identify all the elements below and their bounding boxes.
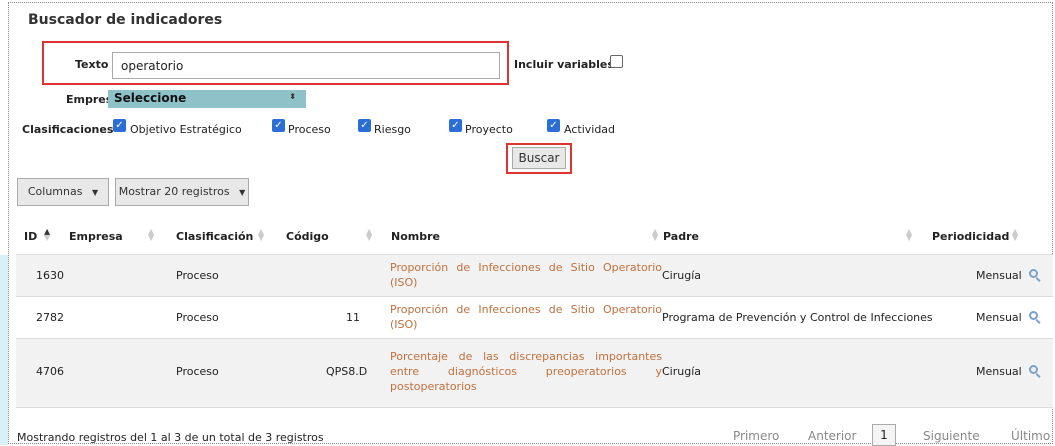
cell-codigo: 11 bbox=[346, 311, 360, 324]
select-arrow-icon: ⬍ bbox=[289, 92, 296, 101]
pagination-next[interactable]: Siguiente bbox=[923, 429, 980, 443]
cell-codigo: QPS8.D bbox=[326, 365, 368, 378]
cell-nombre-link[interactable]: Porcentaje de las discrepancias importan… bbox=[390, 349, 662, 394]
empresa-select[interactable]: Seleccione ⬍ bbox=[108, 90, 306, 108]
columnas-label: Columnas bbox=[27, 185, 83, 198]
check-proyecto-label: Proyecto bbox=[465, 123, 513, 136]
cell-padre: Cirugía bbox=[662, 365, 702, 378]
mostrar-registros-label: Mostrar 20 registros bbox=[118, 185, 230, 198]
table-row: 1630 Proceso Proporción de Infecciones d… bbox=[16, 254, 1053, 297]
cell-padre: Programa de Prevención y Control de Infe… bbox=[662, 311, 933, 324]
columnas-button[interactable]: Columnas ▼ bbox=[17, 178, 109, 206]
empresa-select-value: Seleccione bbox=[114, 91, 187, 105]
pagination-last[interactable]: Último bbox=[1011, 429, 1050, 443]
sort-icon: ▲ ▼ bbox=[652, 227, 659, 242]
header-periodicidad[interactable]: Periodicidad bbox=[932, 230, 1009, 243]
texto-input[interactable] bbox=[112, 52, 500, 79]
cell-clasificacion: Proceso bbox=[176, 269, 219, 282]
check-actividad-label: Actividad bbox=[564, 123, 616, 136]
cell-padre: Cirugía bbox=[662, 269, 702, 282]
caret-down-icon: ▼ bbox=[239, 188, 246, 197]
header-codigo[interactable]: Código bbox=[286, 230, 329, 243]
check-objetivo-label: Objetivo Estratégico bbox=[130, 123, 242, 136]
search-icon[interactable] bbox=[1029, 269, 1038, 278]
check-actividad[interactable]: ✓ bbox=[547, 119, 560, 132]
records-info: Mostrando registros del 1 al 3 de un tot… bbox=[17, 431, 324, 444]
search-icon[interactable] bbox=[1029, 365, 1038, 374]
cell-periodicidad: Mensual bbox=[976, 269, 1022, 282]
mostrar-registros-button[interactable]: Mostrar 20 registros ▼ bbox=[115, 178, 249, 206]
pagination-page-1[interactable]: 1 bbox=[872, 424, 896, 446]
header-nombre[interactable]: Nombre bbox=[391, 230, 440, 243]
sort-asc-icon: ▲ ▼ bbox=[44, 227, 51, 242]
cell-id: 2782 bbox=[36, 311, 64, 324]
check-riesgo[interactable]: ✓ bbox=[358, 119, 371, 132]
texto-label: Texto bbox=[75, 58, 109, 71]
sort-icon: ▲ ▼ bbox=[1012, 227, 1019, 242]
search-icon[interactable] bbox=[1029, 311, 1038, 320]
check-riesgo-label: Riesgo bbox=[374, 123, 411, 136]
pagination-first[interactable]: Primero bbox=[733, 429, 779, 443]
cell-periodicidad: Mensual bbox=[976, 365, 1022, 378]
cell-periodicidad: Mensual bbox=[976, 311, 1022, 324]
cell-clasificacion: Proceso bbox=[176, 311, 219, 324]
clasificaciones-label: Clasificaciones bbox=[22, 123, 114, 136]
header-clasificacion[interactable]: Clasificación bbox=[176, 230, 253, 243]
sort-icon: ▲ ▼ bbox=[906, 227, 913, 242]
table-row: 4706 Proceso QPS8.D Porcentaje de las di… bbox=[16, 338, 1053, 408]
sort-icon: ▲ ▼ bbox=[148, 227, 155, 242]
header-empresa[interactable]: Empresa bbox=[69, 230, 123, 243]
pagination-previous[interactable]: Anterior bbox=[808, 429, 856, 443]
table-row: 2782 Proceso 11 Proporción de Infeccione… bbox=[16, 296, 1053, 339]
cell-nombre-link[interactable]: Proporción de Infecciones de Sitio Opera… bbox=[390, 260, 662, 290]
check-proceso-label: Proceso bbox=[288, 123, 331, 136]
header-padre[interactable]: Padre bbox=[663, 230, 699, 243]
cell-id: 4706 bbox=[36, 365, 64, 378]
caret-down-icon: ▼ bbox=[91, 188, 99, 197]
cell-id: 1630 bbox=[36, 269, 64, 282]
buscar-button[interactable]: Buscar bbox=[512, 147, 566, 169]
cell-clasificacion: Proceso bbox=[176, 365, 219, 378]
check-objetivo[interactable]: ✓ bbox=[113, 119, 126, 132]
page-title: Buscador de indicadores bbox=[28, 12, 223, 28]
incluir-variables-checkbox[interactable] bbox=[610, 55, 623, 68]
header-id[interactable]: ID bbox=[24, 230, 37, 243]
cell-nombre-link[interactable]: Proporción de Infecciones de Sitio Opera… bbox=[390, 302, 662, 332]
sort-icon: ▲ ▼ bbox=[258, 227, 265, 242]
left-edge-strip bbox=[0, 255, 8, 445]
check-proyecto[interactable]: ✓ bbox=[449, 119, 462, 132]
check-proceso[interactable]: ✓ bbox=[272, 119, 285, 132]
incluir-variables-label: Incluir variables bbox=[514, 58, 614, 71]
sort-icon: ▲ ▼ bbox=[366, 227, 373, 242]
